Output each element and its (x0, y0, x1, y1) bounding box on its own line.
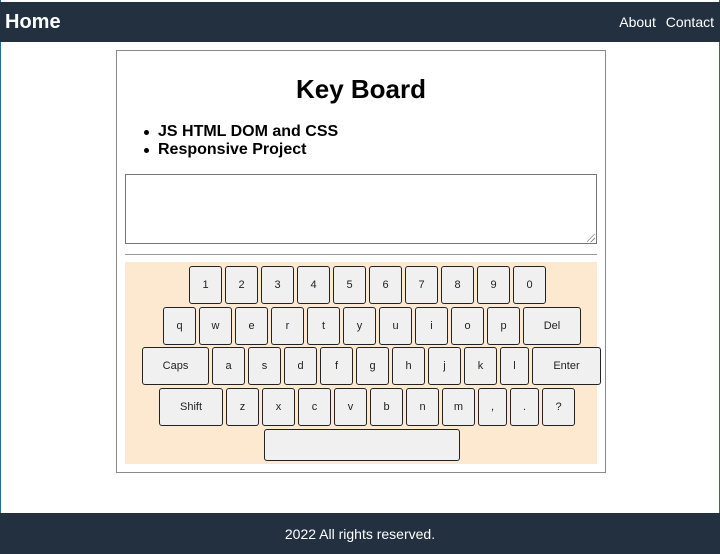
enter-key[interactable]: Enter (532, 347, 601, 385)
key-8[interactable]: 8 (441, 266, 474, 304)
space-key[interactable] (264, 429, 460, 461)
key-p[interactable]: p (487, 307, 520, 345)
key-a[interactable]: a (212, 347, 245, 385)
page-footer: 2022 All rights reserved. (0, 513, 720, 554)
period-key[interactable]: . (510, 388, 539, 426)
key-y[interactable]: y (343, 307, 376, 345)
question-key[interactable]: ? (542, 388, 575, 426)
top-navbar: Home About Contact (0, 2, 720, 42)
key-d[interactable]: d (284, 347, 317, 385)
resize-grip-icon[interactable] (587, 234, 595, 242)
key-l[interactable]: l (500, 347, 529, 385)
key-9[interactable]: 9 (477, 266, 510, 304)
text-output-box (125, 174, 597, 244)
key-s[interactable]: s (248, 347, 281, 385)
key-m[interactable]: m (442, 388, 475, 426)
key-6[interactable]: 6 (369, 266, 402, 304)
footer-copyright: 2022 All rights reserved. (284, 526, 436, 542)
key-1[interactable]: 1 (189, 266, 222, 304)
key-v[interactable]: v (334, 388, 367, 426)
feature-item: JS HTML DOM and CSS (143, 123, 339, 140)
caps-lock-key[interactable]: Caps (142, 347, 209, 385)
key-r[interactable]: r (271, 307, 304, 345)
shift-key[interactable]: Shift (159, 388, 223, 426)
key-2[interactable]: 2 (225, 266, 258, 304)
key-3[interactable]: 3 (261, 266, 294, 304)
divider (125, 254, 597, 255)
key-n[interactable]: n (406, 388, 439, 426)
key-g[interactable]: g (356, 347, 389, 385)
key-o[interactable]: o (451, 307, 484, 345)
virtual-keyboard: 1 2 3 4 5 6 7 8 9 0 q w e r t y u i o p Del Caps a s d f g h j k l Ente… (125, 262, 601, 464)
key-h[interactable]: h (392, 347, 425, 385)
home-link[interactable]: Home (5, 11, 61, 34)
page-title: Key Board (295, 74, 427, 104)
key-e[interactable]: e (235, 307, 268, 345)
key-k[interactable]: k (464, 347, 497, 385)
keyboard-card: Key Board JS HTML DOM and CSS Responsive… (116, 50, 606, 473)
key-w[interactable]: w (199, 307, 232, 345)
key-5[interactable]: 5 (333, 266, 366, 304)
key-u[interactable]: u (379, 307, 412, 345)
key-i[interactable]: i (415, 307, 448, 345)
delete-key[interactable]: Del (523, 307, 581, 345)
key-0[interactable]: 0 (513, 266, 546, 304)
key-c[interactable]: c (298, 388, 331, 426)
feature-list: JS HTML DOM and CSS Responsive Project (143, 123, 339, 159)
key-7[interactable]: 7 (405, 266, 438, 304)
key-q[interactable]: q (163, 307, 196, 345)
key-t[interactable]: t (307, 307, 340, 345)
nav-contact-link[interactable]: Contact (666, 14, 714, 30)
key-j[interactable]: j (428, 347, 461, 385)
nav-links: About Contact (613, 14, 714, 30)
nav-about-link[interactable]: About (619, 14, 656, 30)
feature-item: Responsive Project (143, 141, 338, 159)
window-edge-left (0, 0, 1, 554)
key-x[interactable]: x (262, 388, 295, 426)
comma-key[interactable]: , (478, 388, 507, 426)
key-b[interactable]: b (370, 388, 403, 426)
key-z[interactable]: z (226, 388, 259, 426)
key-f[interactable]: f (320, 347, 353, 385)
key-4[interactable]: 4 (297, 266, 330, 304)
text-output-textarea[interactable] (126, 175, 596, 243)
